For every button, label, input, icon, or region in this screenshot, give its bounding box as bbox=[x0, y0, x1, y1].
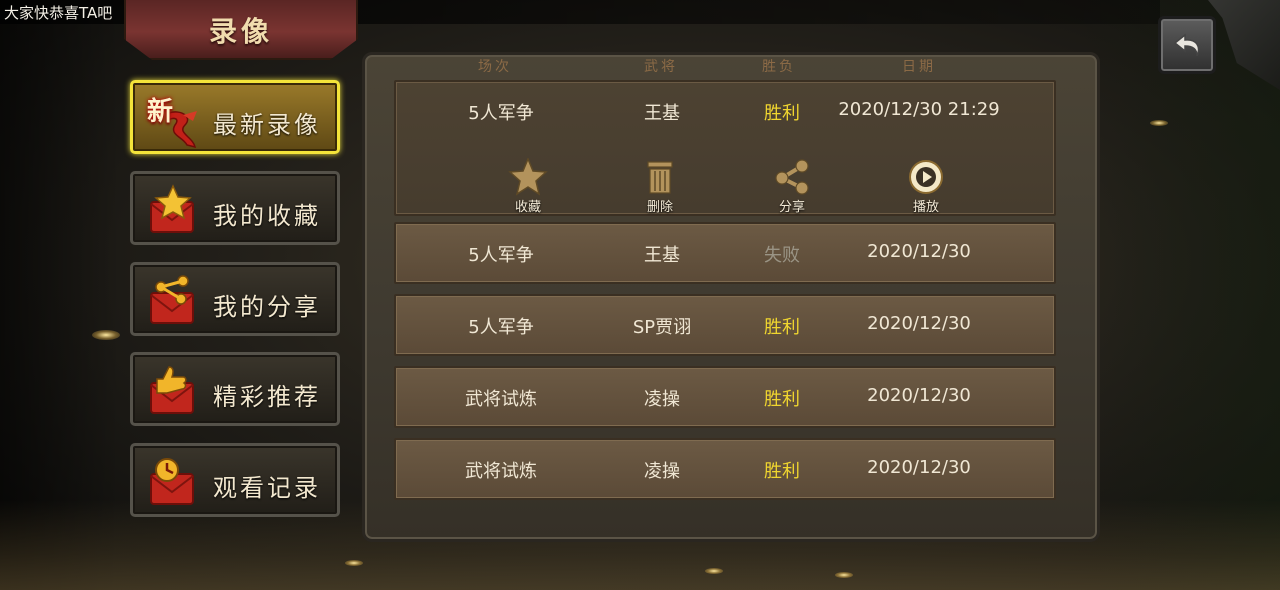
delete-button[interactable]: 删除 bbox=[630, 158, 690, 215]
red-envelope-star-icon bbox=[150, 184, 194, 233]
cell-result: 失败 bbox=[764, 245, 800, 266]
cell-result: 胜利 bbox=[764, 389, 800, 410]
cell-date: 2020/12/30 21:29 bbox=[838, 99, 1000, 120]
menu-label: 精彩推荐 bbox=[213, 383, 321, 411]
cell-general: 凌操 bbox=[644, 389, 680, 410]
red-envelope-thumbs-up-icon bbox=[150, 366, 194, 414]
cell-result: 胜利 bbox=[764, 317, 800, 338]
cell-date: 2020/12/30 bbox=[867, 241, 971, 262]
star-icon bbox=[508, 158, 548, 196]
favorite-button[interactable]: 收藏 bbox=[498, 158, 558, 215]
play-button[interactable]: 播放 bbox=[896, 158, 956, 215]
header-result: 胜负 bbox=[762, 59, 796, 75]
trash-icon bbox=[647, 161, 673, 194]
table-row[interactable]: 武将试炼 凌操 胜利 2020/12/30 bbox=[394, 366, 1056, 428]
table-row[interactable]: 5人军争 SP贾诩 胜利 2020/12/30 bbox=[394, 294, 1056, 356]
cell-mode: 5人军争 bbox=[468, 245, 534, 266]
cell-date: 2020/12/30 bbox=[867, 313, 971, 334]
cell-general: 王基 bbox=[644, 103, 680, 124]
delete-label: 删除 bbox=[646, 200, 673, 215]
cell-result: 胜利 bbox=[764, 103, 800, 124]
table-row-selected[interactable]: 5人军争 王基 胜利 2020/12/30 21:29 收藏 删除 分享 播放 bbox=[394, 80, 1056, 216]
cell-result: 胜利 bbox=[764, 461, 800, 482]
new-badge: 新 bbox=[147, 97, 174, 127]
menu-latest-recordings[interactable]: 新 最新录像 bbox=[130, 80, 340, 154]
cell-general: 王基 bbox=[644, 245, 680, 266]
title-banner: 录像 bbox=[124, 0, 358, 60]
spark-particle bbox=[1150, 120, 1168, 126]
notice-text: 大家快恭喜TA吧 bbox=[4, 4, 113, 22]
menu-my-favorites[interactable]: 我的收藏 bbox=[130, 171, 340, 245]
spark-particle bbox=[835, 572, 853, 578]
spark-particle bbox=[345, 560, 363, 566]
spark-particle bbox=[705, 568, 723, 574]
cell-mode: 武将试炼 bbox=[465, 461, 537, 482]
red-envelope-clock-icon bbox=[150, 458, 194, 505]
share-icon bbox=[775, 159, 809, 195]
cell-date: 2020/12/30 bbox=[867, 385, 971, 406]
menu-my-shares[interactable]: 我的分享 bbox=[130, 262, 340, 336]
back-arrow-icon bbox=[1173, 33, 1200, 57]
menu-watch-history[interactable]: 观看记录 bbox=[130, 443, 340, 517]
header-date: 日期 bbox=[902, 59, 936, 75]
share-label: 分享 bbox=[778, 200, 805, 215]
favorite-label: 收藏 bbox=[514, 200, 541, 215]
back-button[interactable] bbox=[1158, 16, 1216, 74]
table-row[interactable]: 武将试炼 凌操 胜利 2020/12/30 bbox=[394, 438, 1056, 500]
page-title: 录像 bbox=[208, 15, 273, 48]
menu-label: 最新录像 bbox=[213, 111, 321, 139]
header-mode: 场次 bbox=[478, 59, 512, 75]
cell-date: 2020/12/30 bbox=[867, 457, 971, 478]
menu-label: 我的分享 bbox=[213, 293, 321, 321]
cell-general: SP贾诩 bbox=[632, 317, 692, 338]
play-label: 播放 bbox=[912, 200, 939, 215]
spark-particle bbox=[92, 330, 120, 340]
menu-label: 观看记录 bbox=[213, 474, 321, 502]
menu-recommended[interactable]: 精彩推荐 bbox=[130, 352, 340, 426]
menu-label: 我的收藏 bbox=[213, 202, 321, 230]
cell-general: 凌操 bbox=[644, 461, 680, 482]
play-icon bbox=[909, 160, 943, 194]
table-row[interactable]: 5人军争 王基 失败 2020/12/30 bbox=[394, 222, 1056, 284]
cell-mode: 武将试炼 bbox=[465, 389, 537, 410]
red-envelope-share-icon bbox=[150, 275, 194, 324]
cell-mode: 5人军争 bbox=[468, 317, 534, 338]
header-general: 武将 bbox=[644, 59, 678, 75]
cell-mode: 5人军争 bbox=[468, 103, 534, 124]
share-button[interactable]: 分享 bbox=[762, 158, 822, 215]
